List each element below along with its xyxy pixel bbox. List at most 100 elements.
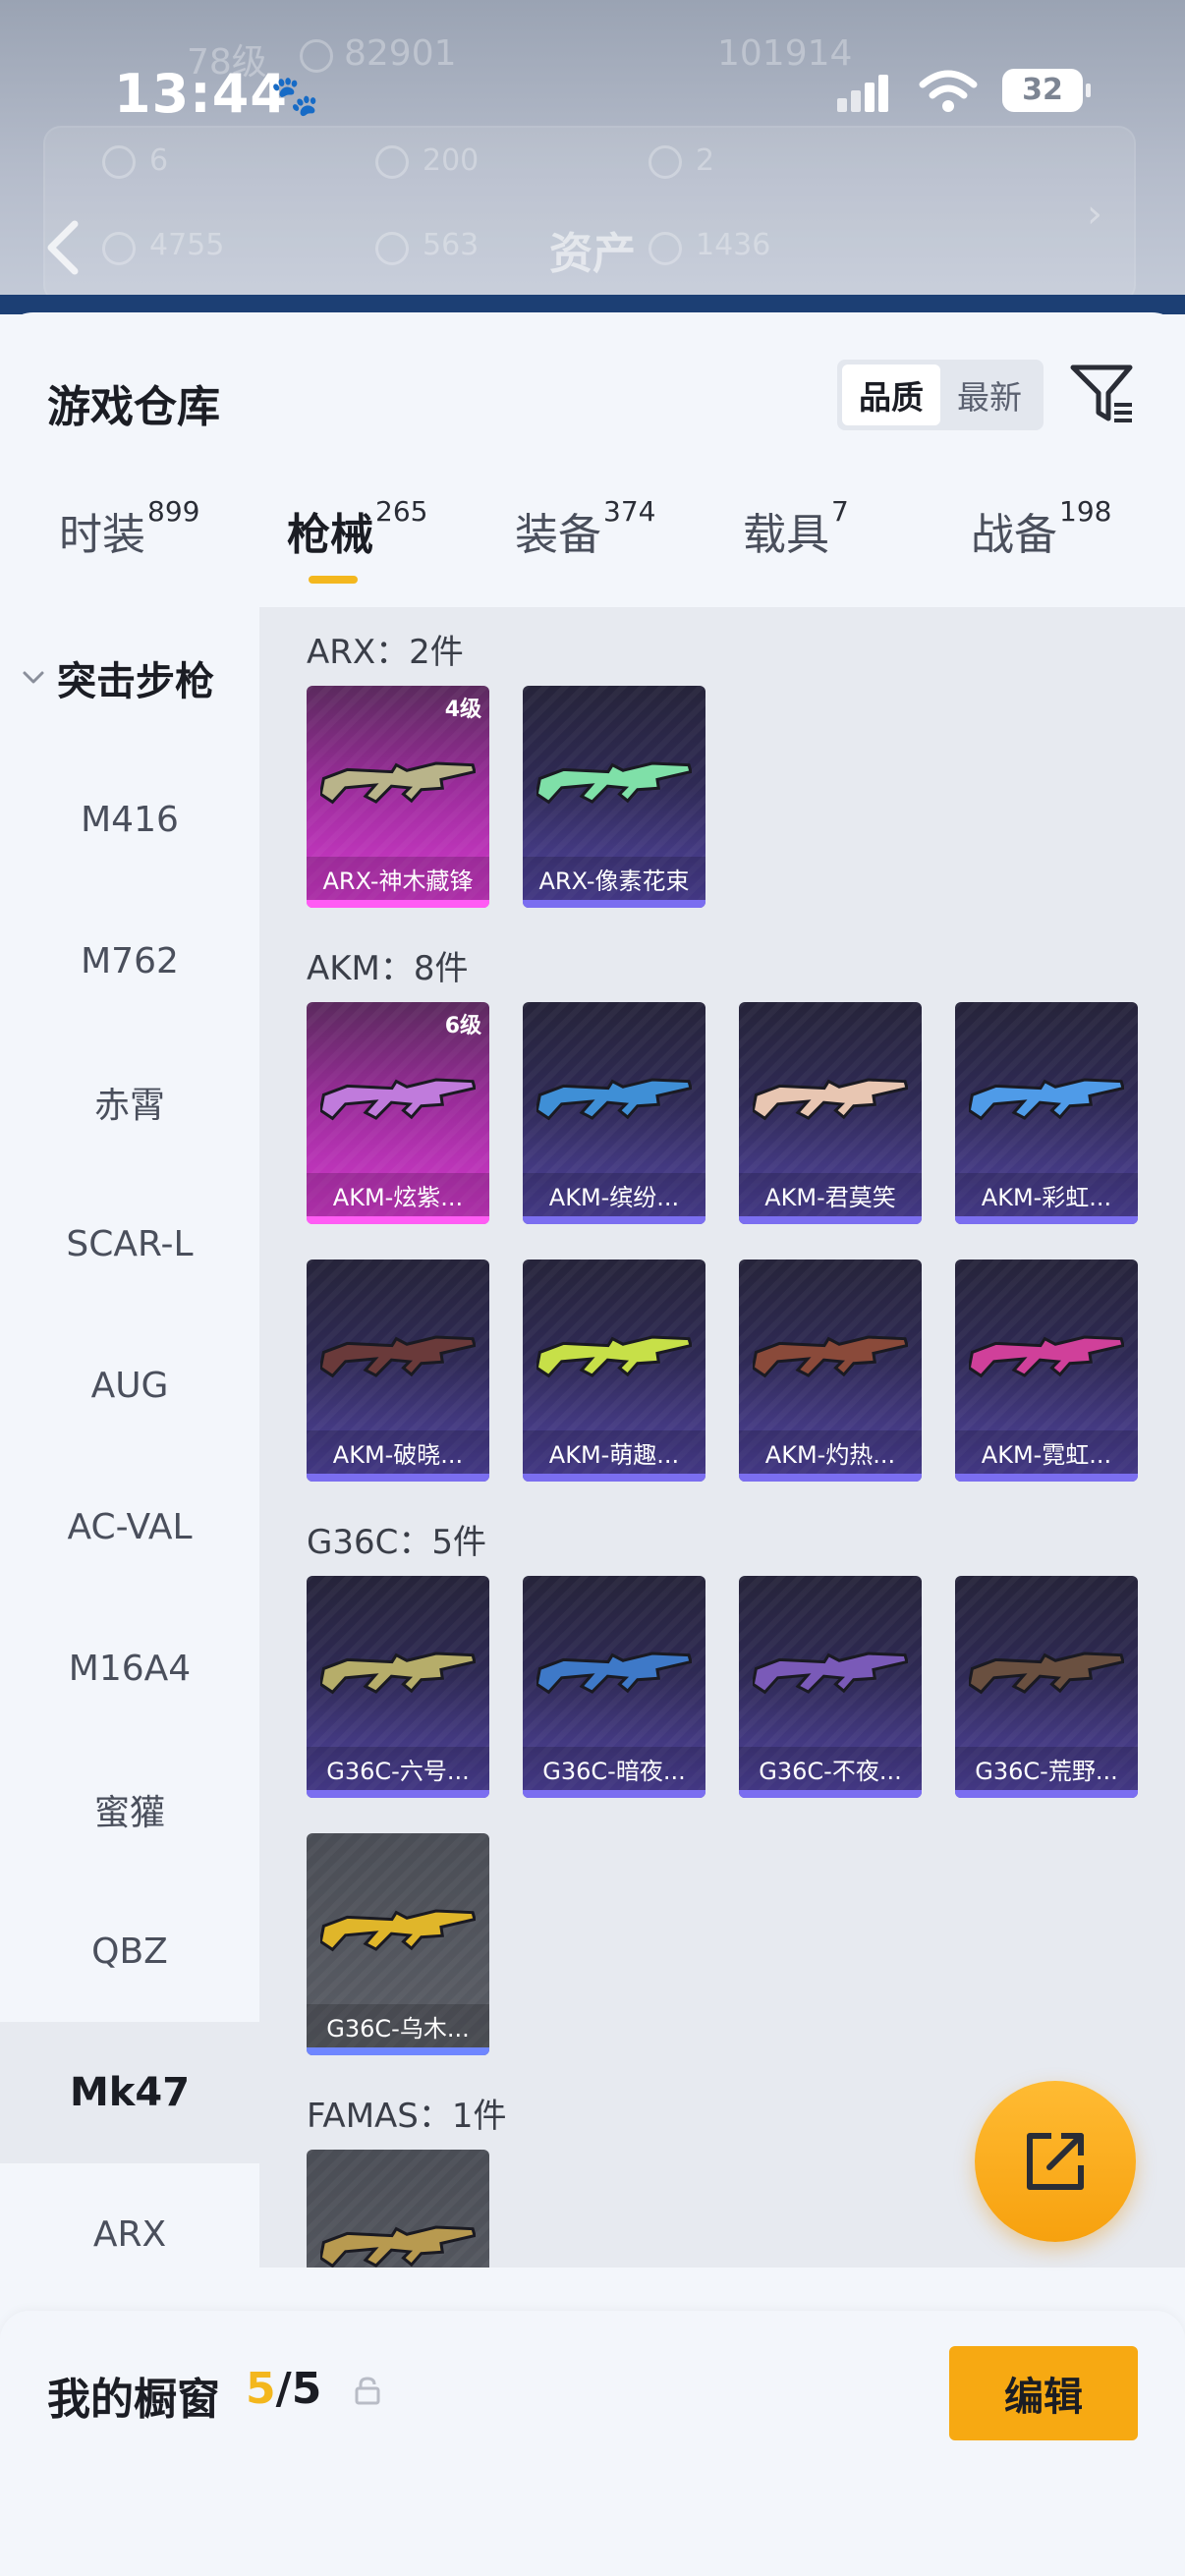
sidebar-item[interactable]: AUG [0,1315,259,1456]
back-arrow-icon[interactable] [43,218,83,277]
weapon-name: AKM-君莫笑 [739,1173,922,1216]
sidebar-category-label: 突击步枪 [57,659,214,704]
showcase-bar: 我的橱窗 5/5 编辑 [0,2311,1185,2576]
weapon-level-badge: 4级 [444,698,481,722]
weapon-card[interactable] [307,2150,489,2268]
warehouse-sheet: 游戏仓库 品质 最新 时装899 枪械265 装备374 载具7 战备198 突… [0,312,1185,2576]
sidebar-item[interactable]: SCAR-L [0,1173,259,1315]
weapon-card[interactable]: AKM-破晓... [307,1260,489,1482]
bg-stat-icon [375,145,409,179]
sidebar-item[interactable]: 蜜獾 [0,1739,259,1880]
share-fab-button[interactable] [975,2081,1136,2242]
sidebar-item[interactable]: M416 [0,749,259,890]
rarity-bar [523,900,705,908]
status-time: 13:44 [114,63,288,125]
weapon-card[interactable]: G36C-荒野... [955,1576,1138,1798]
weapon-card[interactable]: G36C-乌木... [307,1833,489,2055]
share-icon [1027,2133,1084,2190]
sidebar-item[interactable]: 赤霄 [0,1032,259,1173]
rifle-icon [320,1909,476,1952]
rifle-icon [753,1335,908,1378]
weapon-name: AKM-灼热... [739,1430,922,1474]
weapon-card[interactable]: ARX-像素花束 [523,686,705,908]
weapon-card[interactable]: G36C-不夜... [739,1576,922,1798]
rarity-bar [739,1216,922,1224]
rarity-bar [955,1474,1138,1482]
rarity-bar [307,1474,489,1482]
weapon-name: AKM-彩虹... [955,1173,1138,1216]
background-header: 78级 82901 101914 6 200 2 4755 563 1436 ›… [0,0,1185,314]
tab-label: 枪械 [287,510,373,560]
sidebar-item[interactable]: M16A4 [0,1597,259,1739]
rarity-bar [523,1474,705,1482]
sidebar-item[interactable]: M762 [0,890,259,1032]
weapon-card[interactable]: 6级 AKM-炫紫... [307,1002,489,1224]
weapon-name: AKM-萌趣... [523,1430,705,1474]
showcase-count: 5/5 [246,2364,321,2414]
weapon-card[interactable]: AKM-彩虹... [955,1002,1138,1224]
sidebar-item[interactable]: QBZ [0,1880,259,2022]
rifle-icon [969,1078,1124,1121]
edit-button[interactable]: 编辑 [949,2346,1138,2440]
sidebar-item[interactable]: AC-VAL [0,1456,259,1597]
rifle-icon [320,761,476,805]
sheet-title: 游戏仓库 [47,382,220,432]
rifle-icon [753,1078,908,1121]
rifle-icon [969,1652,1124,1695]
rarity-bar [523,1216,705,1224]
weapon-name: ARX-神木藏锋 [307,857,489,900]
weapon-card[interactable]: AKM-霓虹... [955,1260,1138,1482]
sidebar-category-header[interactable]: 突击步枪 [0,607,259,749]
sidebar-item[interactable]: Mk47 [0,2022,259,2163]
rarity-bar [955,1216,1138,1224]
weapon-card[interactable]: AKM-君莫笑 [739,1002,922,1224]
tab-vehicles[interactable]: 载具7 [743,495,849,617]
weapon-card[interactable]: AKM-灼热... [739,1260,922,1482]
sidebar-item[interactable]: ARX [0,2163,259,2305]
bg-page-title: 资产 [549,229,636,279]
sort-quality-button[interactable]: 品质 [842,364,940,425]
rifle-icon [320,1078,476,1121]
tab-count: 899 [147,495,200,528]
tab-count: 265 [375,495,428,528]
rifle-icon [536,761,692,805]
tab-firearms[interactable]: 枪械265 [287,495,427,617]
weapon-card[interactable]: G36C-六号... [307,1576,489,1798]
rifle-icon [536,1652,692,1695]
tab-equipment[interactable]: 装备374 [515,495,655,617]
lock-icon [355,2377,380,2405]
weapon-group-title: FAMAS：1件 [307,2097,507,2136]
rarity-bar [307,1216,489,1224]
rifle-icon [753,1652,908,1695]
rifle-icon [969,1335,1124,1378]
bg-strip [0,295,1185,314]
weapon-name: AKM-炫紫... [307,1173,489,1216]
tab-fashion[interactable]: 时装899 [59,495,199,617]
filter-icon[interactable] [1069,360,1138,428]
weapon-card[interactable]: AKM-缤纷... [523,1002,705,1224]
rarity-bar [307,2047,489,2055]
tab-label: 战备 [971,510,1057,560]
weapon-name: AKM-破晓... [307,1430,489,1474]
rifle-icon [320,1335,476,1378]
weapon-card[interactable]: 4级 ARX-神木藏锋 [307,686,489,908]
tab-supplies[interactable]: 战备198 [971,495,1111,617]
status-bar: 13:44 🐾 32 [0,59,1185,128]
weapon-card[interactable]: AKM-萌趣... [523,1260,705,1482]
rarity-bar [307,900,489,908]
weapon-name: AKM-霓虹... [955,1430,1138,1474]
chevron-down-icon [23,671,44,684]
rarity-bar [955,1790,1138,1798]
tab-count: 198 [1059,495,1112,528]
bg-stat-text: 2 [696,143,715,178]
weapon-name: G36C-不夜... [739,1747,922,1790]
rarity-bar [523,1790,705,1798]
rifle-icon [320,2225,476,2268]
wifi-icon [919,70,978,112]
weapon-card[interactable]: G36C-暗夜... [523,1576,705,1798]
tab-label: 时装 [59,510,145,560]
bg-stat-icon [649,145,682,179]
rifle-icon [536,1335,692,1378]
rifle-icon [320,1652,476,1695]
sort-newest-button[interactable]: 最新 [940,364,1039,425]
